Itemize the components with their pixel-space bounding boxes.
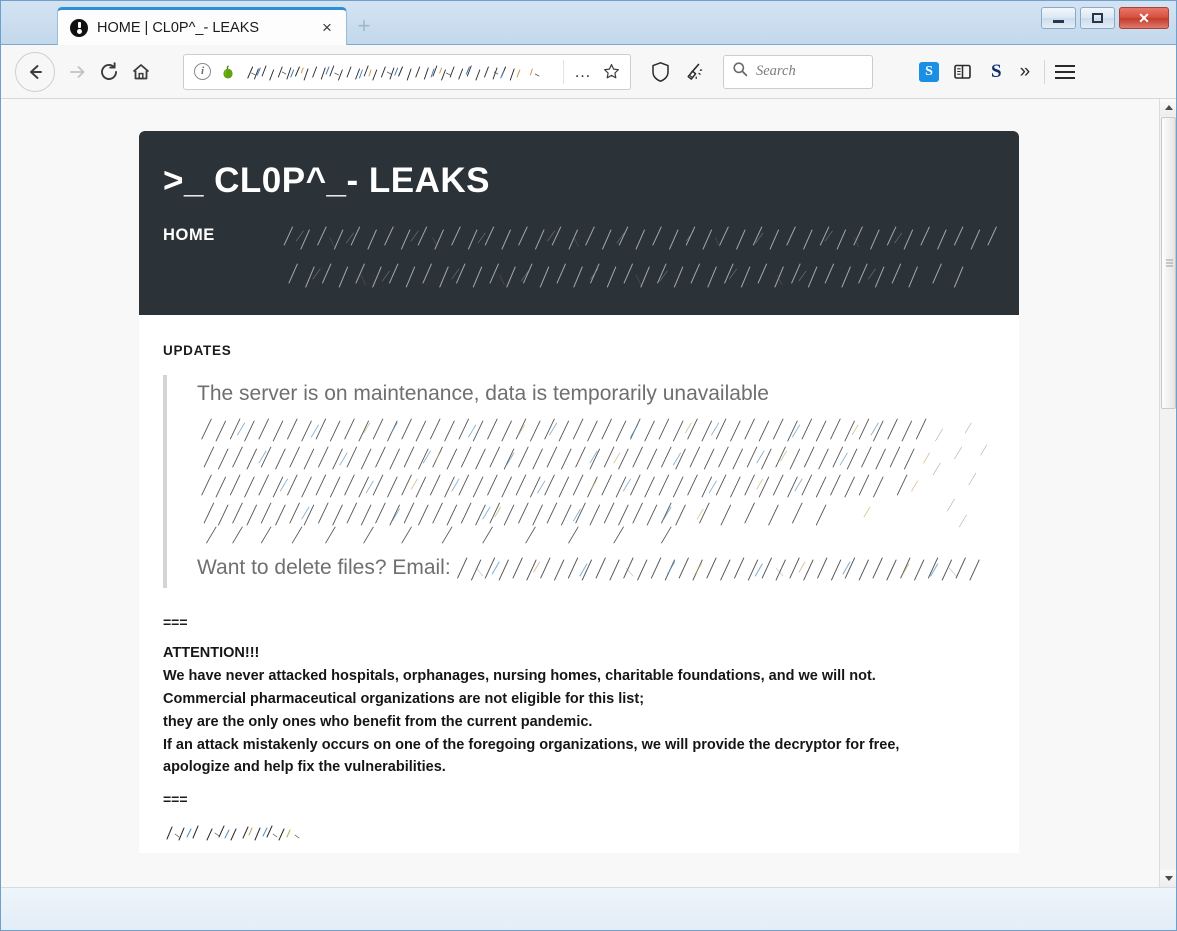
- page-scroll-area: >_ CL0P^_- LEAKS HOME UPDATES The server…: [1, 99, 1159, 887]
- close-tab-icon[interactable]: ×: [316, 17, 338, 39]
- url-bar-actions: …: [563, 59, 624, 84]
- onion-favicon-icon: [70, 18, 88, 37]
- page-scrollbar[interactable]: [1159, 99, 1176, 887]
- search-input[interactable]: [756, 63, 864, 80]
- overflow-chevron-icon[interactable]: »: [1014, 61, 1037, 83]
- toolbar-divider: [1044, 59, 1046, 84]
- home-button[interactable]: [125, 56, 157, 88]
- reload-icon: [101, 61, 117, 80]
- separator-bottom: ===: [163, 791, 188, 808]
- sidebar-toggle-button[interactable]: [945, 55, 979, 89]
- scrollbar-grip: [1166, 258, 1173, 269]
- sidebar-icon: [953, 64, 971, 79]
- trailing-redacted: [163, 821, 323, 843]
- shield-icon: [651, 61, 669, 82]
- site-body: UPDATES The server is on maintenance, da…: [139, 315, 1019, 854]
- attention-line: apologize and help fix the vulnerabiliti…: [163, 759, 446, 776]
- contact-prompt: Want to delete files? Email:: [197, 556, 451, 580]
- tab-bar: HOME | CL0P^_- LEAKS × + ✕: [1, 1, 1176, 45]
- updates-blockquote: The server is on maintenance, data is te…: [163, 375, 995, 588]
- page-viewport: >_ CL0P^_- LEAKS HOME UPDATES The server…: [1, 99, 1176, 888]
- site-title: >_ CL0P^_- LEAKS: [163, 161, 490, 200]
- page-actions-icon[interactable]: …: [570, 60, 596, 84]
- tab-title: HOME | CL0P^_- LEAKS: [97, 19, 260, 36]
- close-window-button[interactable]: ✕: [1119, 7, 1169, 29]
- new-tab-button[interactable]: +: [351, 13, 377, 39]
- attention-line: they are the only ones who benefit from …: [163, 713, 593, 730]
- nav-item-home[interactable]: HOME: [163, 219, 215, 245]
- page-info-icon[interactable]: i: [194, 63, 211, 80]
- reload-button[interactable]: [93, 56, 125, 88]
- app-menu-button[interactable]: [1055, 57, 1085, 87]
- home-icon: [132, 63, 150, 79]
- contact-email-redacted: [453, 554, 995, 584]
- browser-window: HOME | CL0P^_- LEAKS × + ✕ i … Search S …: [0, 0, 1177, 931]
- extension-s-icon[interactable]: S: [985, 61, 1008, 83]
- url-text-redacted: [244, 61, 559, 83]
- minimize-icon: [1042, 8, 1075, 28]
- attention-line: We have never attacked hospitals, orphan…: [163, 667, 876, 684]
- attention-line: Commercial pharmaceutical organizations …: [163, 690, 645, 707]
- extension-badge-icon[interactable]: S: [919, 61, 939, 82]
- site-content-card: >_ CL0P^_- LEAKS HOME UPDATES The server…: [139, 131, 1019, 854]
- updates-heading: UPDATES: [163, 343, 232, 358]
- updates-body-redacted: [197, 415, 995, 545]
- window-controls: ✕: [1041, 7, 1169, 29]
- contact-row: Want to delete files? Email:: [197, 553, 995, 583]
- arrow-right-icon: [70, 65, 85, 78]
- nav-items-redacted: [277, 219, 1019, 291]
- browser-tab[interactable]: HOME | CL0P^_- LEAKS ×: [57, 7, 347, 45]
- url-bar[interactable]: i …: [183, 53, 631, 90]
- scrollbar-thumb[interactable]: [1161, 117, 1176, 409]
- extensions-group: S S »: [919, 55, 1036, 89]
- hamburger-line: [1055, 64, 1076, 67]
- arrow-left-icon: [30, 64, 42, 79]
- maximize-button[interactable]: [1080, 7, 1115, 29]
- navigation-toolbar: i … Search S S »: [1, 45, 1176, 99]
- maximize-icon: [1081, 8, 1114, 28]
- onion-service-icon: [220, 64, 236, 80]
- attention-heading: ATTENTION!!!: [163, 644, 260, 661]
- hamburger-line: [1055, 76, 1076, 79]
- new-identity-button[interactable]: [677, 55, 711, 89]
- scroll-up-button[interactable]: [1160, 99, 1176, 116]
- tracking-protection-button[interactable]: [643, 55, 677, 89]
- broom-icon: [687, 63, 703, 80]
- separator-top: ===: [163, 613, 188, 630]
- close-icon: ✕: [1138, 9, 1150, 26]
- attention-block: ATTENTION!!! We have never attacked hosp…: [163, 642, 995, 779]
- attention-line: If an attack mistakenly occurs on one of…: [163, 736, 900, 753]
- bookmark-star-icon[interactable]: [598, 60, 624, 84]
- back-button[interactable]: [15, 51, 55, 92]
- forward-button[interactable]: [61, 56, 93, 88]
- site-navigation: HOME: [163, 219, 1019, 291]
- hamburger-line: [1055, 70, 1076, 73]
- window-status-strip: [1, 888, 1176, 930]
- maintenance-notice: The server is on maintenance, data is te…: [197, 382, 769, 405]
- search-box[interactable]: [723, 54, 873, 89]
- minimize-button[interactable]: [1041, 7, 1076, 29]
- search-icon: [732, 61, 748, 82]
- site-header: >_ CL0P^_- LEAKS HOME: [139, 131, 1019, 315]
- scroll-down-button[interactable]: [1160, 870, 1176, 887]
